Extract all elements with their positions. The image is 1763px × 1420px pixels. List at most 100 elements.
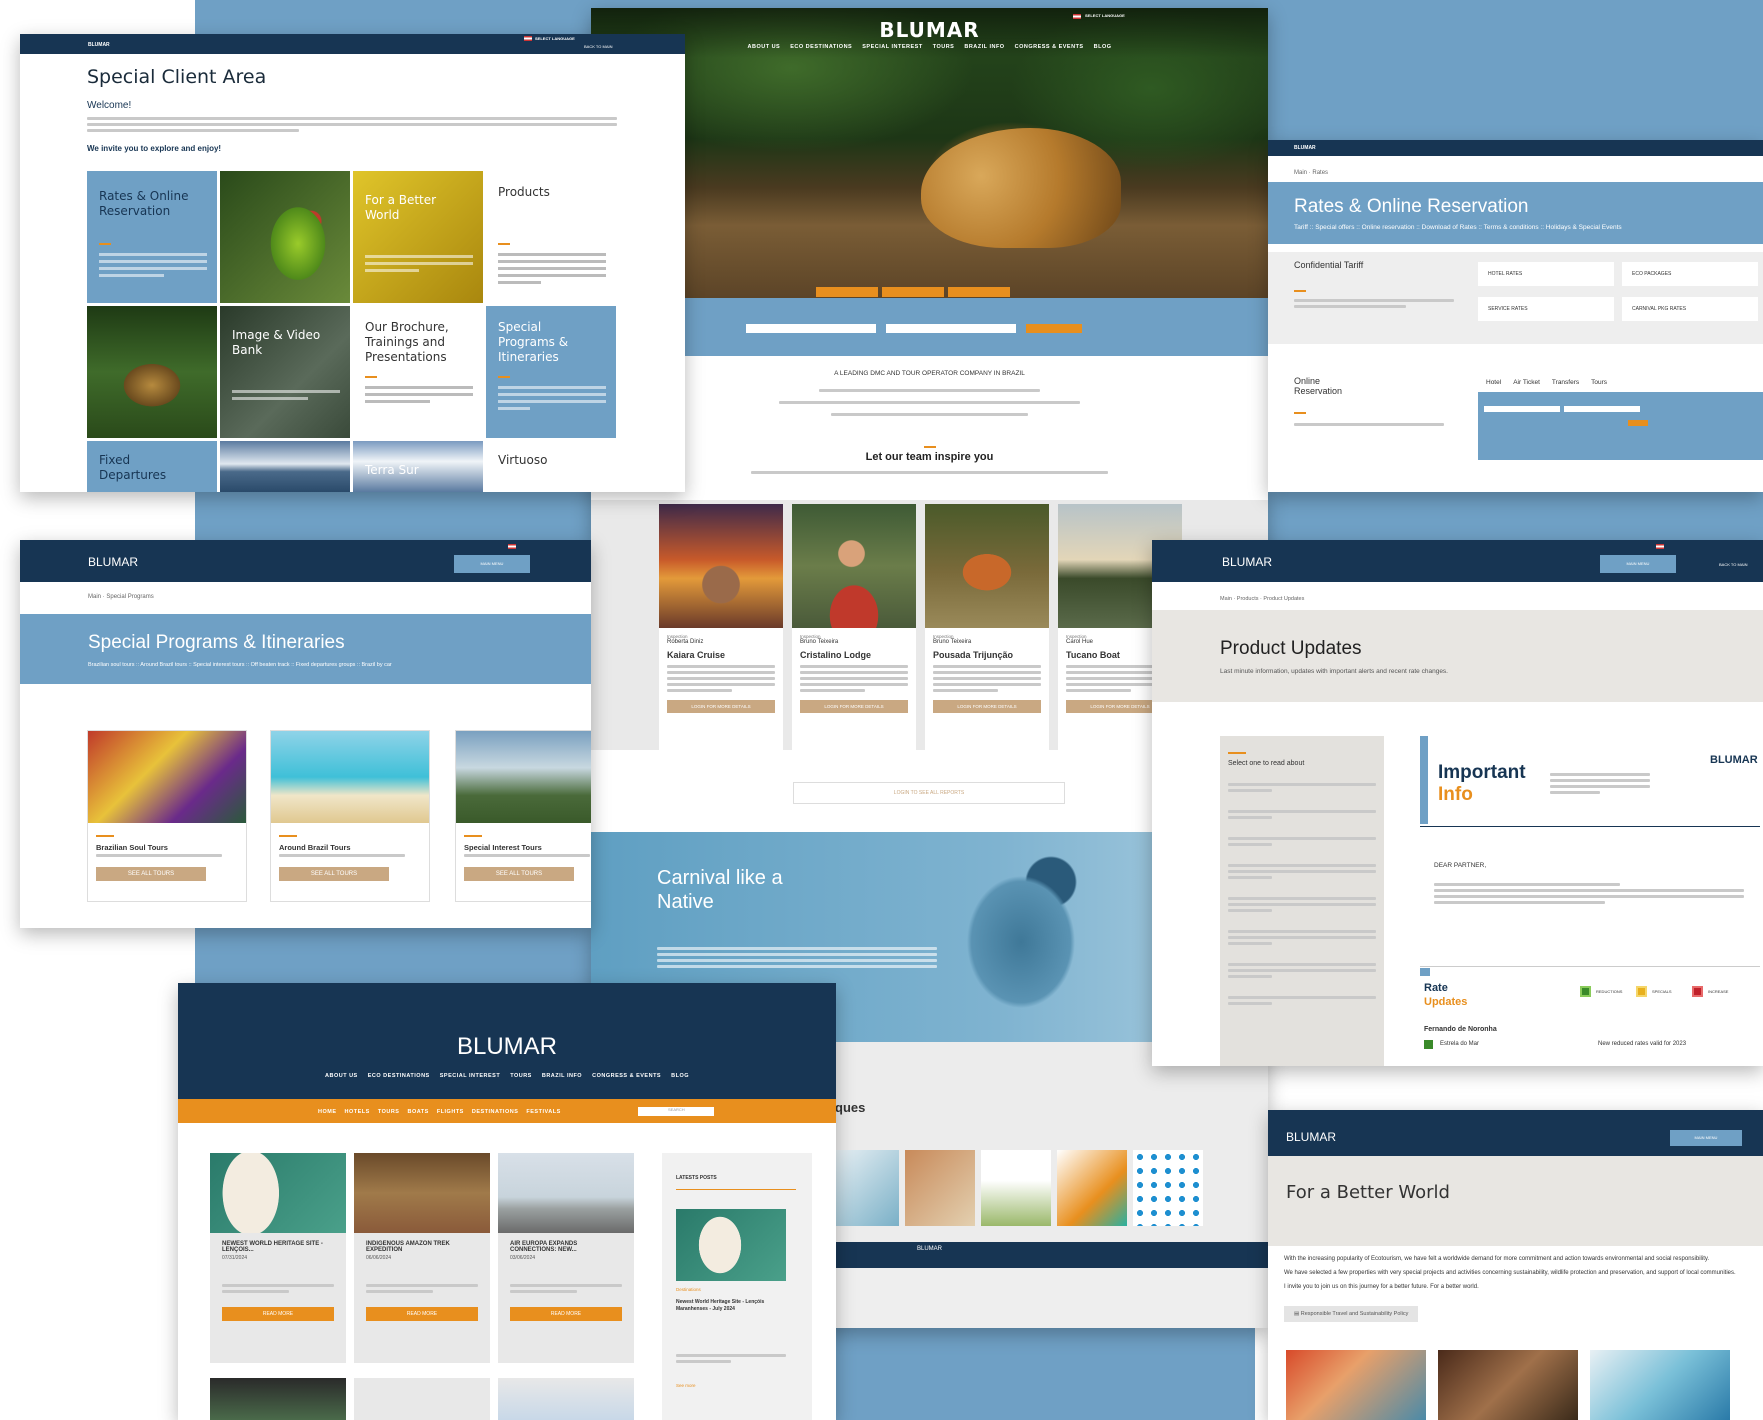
see-all-tours-button[interactable]: SEE ALL TOURS <box>464 867 574 881</box>
brochure-thumb[interactable] <box>905 1150 975 1226</box>
brochure-thumb[interactable] <box>981 1150 1051 1226</box>
update-item[interactable] <box>1228 864 1376 879</box>
nav-blog[interactable]: BLOG <box>1094 44 1112 50</box>
program-card[interactable]: Special Interest Tours SEE ALL TOURS <box>455 730 591 902</box>
nav-tours[interactable]: TOURS <box>510 1073 532 1079</box>
update-item[interactable] <box>1228 810 1376 819</box>
select-language-link[interactable]: SELECT LANGUAGE <box>1085 13 1125 18</box>
update-item[interactable] <box>1228 930 1376 945</box>
policy-button[interactable]: ▤ Responsible Travel and Sustainability … <box>1284 1306 1419 1322</box>
hero-tab-1[interactable] <box>816 287 878 297</box>
read-more-button[interactable]: READ MORE <box>366 1307 478 1321</box>
home-logo[interactable]: BLUMAR <box>591 18 1268 42</box>
nav-brazil[interactable]: BRAZIL INFO <box>542 1073 582 1079</box>
update-item[interactable] <box>1228 897 1376 912</box>
tile-mountain-image[interactable] <box>220 441 350 492</box>
login-pass-input[interactable] <box>886 324 1016 333</box>
team-card[interactable]: Inspection Bruno Teixeira Pousada Trijun… <box>925 504 1049 754</box>
back-to-main-link[interactable]: BACK TO MAIN <box>1719 562 1748 567</box>
booking-destination-input[interactable] <box>1484 406 1560 412</box>
tile-image-bank[interactable]: Image & Video Bank <box>220 306 350 438</box>
client-logo[interactable]: BLUMAR <box>88 42 110 48</box>
hero-tab-3[interactable] <box>948 287 1010 297</box>
eco-packages-button[interactable]: ECO PACKAGES <box>1622 262 1758 286</box>
service-rates-button[interactable]: SERVICE RATES <box>1478 297 1614 321</box>
hero-tab-2[interactable] <box>882 287 944 297</box>
subnav-home[interactable]: HOME <box>318 1109 337 1115</box>
nav-about[interactable]: ABOUT US <box>325 1073 358 1079</box>
project-image[interactable] <box>1590 1350 1730 1420</box>
login-all-reports-button[interactable]: LOGIN TO SEE ALL REPORTS <box>793 782 1065 804</box>
sidebar-post-image[interactable] <box>676 1209 786 1281</box>
breadcrumb-main[interactable]: Main <box>88 594 101 600</box>
program-card[interactable]: Around Brazil Tours SEE ALL TOURS <box>270 730 430 902</box>
blog-post[interactable] <box>498 1378 634 1420</box>
tile-terra-sur[interactable]: Terra Sur <box>353 441 483 492</box>
tab-tours[interactable]: Tours <box>1591 374 1607 392</box>
login-more-button[interactable]: LOGIN FOR MORE DETAILS <box>800 700 908 713</box>
updates-logo[interactable]: BLUMAR <box>1222 555 1272 569</box>
update-item[interactable] <box>1228 837 1376 846</box>
brochure-thumb[interactable] <box>835 1150 899 1226</box>
program-card[interactable]: Brazilian Soul Tours SEE ALL TOURS <box>87 730 247 902</box>
login-user-input[interactable] <box>746 324 876 333</box>
subnav-flights[interactable]: FLIGHTS <box>437 1109 464 1115</box>
main-menu-button[interactable]: MAIN MENU <box>1670 1130 1742 1146</box>
nav-congress[interactable]: CONGRESS & EVENTS <box>1015 44 1084 50</box>
team-card[interactable]: Inspection Bruno Teixeira Cristalino Lod… <box>792 504 916 754</box>
booking-checkin-input[interactable] <box>1564 406 1640 412</box>
subnav-hotels[interactable]: HOTELS <box>345 1109 370 1115</box>
nav-special[interactable]: SPECIAL INTEREST <box>440 1073 500 1079</box>
nav-tours[interactable]: TOURS <box>933 44 955 50</box>
breadcrumb-main[interactable]: Main <box>1294 170 1307 176</box>
update-item[interactable] <box>1228 996 1376 1005</box>
booking-search-button[interactable] <box>1628 420 1648 426</box>
nav-eco[interactable]: ECO DESTINATIONS <box>790 44 852 50</box>
tile-better-world[interactable]: For a Better World <box>353 171 483 303</box>
hotel-rates-button[interactable]: HOTEL RATES <box>1478 262 1614 286</box>
subnav-festivals[interactable]: FESTIVALS <box>526 1109 560 1115</box>
blog-logo[interactable]: BLUMAR <box>178 1033 836 1061</box>
nav-about[interactable]: ABOUT US <box>748 44 781 50</box>
read-more-button[interactable]: READ MORE <box>222 1307 334 1321</box>
programs-logo[interactable]: BLUMAR <box>88 555 138 569</box>
better-logo[interactable]: BLUMAR <box>1286 1130 1336 1144</box>
subnav-destinations[interactable]: DESTINATIONS <box>472 1109 519 1115</box>
blog-post[interactable]: AIR EUROPA EXPANDS CONNECTIONS: NEW... 0… <box>498 1153 634 1363</box>
project-image[interactable] <box>1438 1350 1578 1420</box>
nav-eco[interactable]: ECO DESTINATIONS <box>368 1073 430 1079</box>
see-all-tours-button[interactable]: SEE ALL TOURS <box>96 867 206 881</box>
blog-post[interactable]: NEWEST WORLD HERITAGE SITE - LENÇOIS... … <box>210 1153 346 1363</box>
select-language-link[interactable]: SELECT LANGUAGE <box>535 36 575 41</box>
brochure-thumb[interactable] <box>1057 1150 1127 1226</box>
carnival-pkg-button[interactable]: CARNIVAL PKG RATES <box>1622 297 1758 321</box>
blog-post[interactable] <box>354 1378 490 1420</box>
tile-programs[interactable]: Special Programs & Itineraries <box>486 306 616 438</box>
nav-brazil[interactable]: BRAZIL INFO <box>964 44 1004 50</box>
see-all-tours-button[interactable]: SEE ALL TOURS <box>279 867 389 881</box>
subnav-boats[interactable]: BOATS <box>407 1109 428 1115</box>
subnav-tours[interactable]: TOURS <box>378 1109 400 1115</box>
see-more-link[interactable]: See more <box>676 1383 696 1388</box>
tile-brochure[interactable]: Our Brochure, Trainings and Presentation… <box>353 306 483 438</box>
login-more-button[interactable]: LOGIN FOR MORE DETAILS <box>933 700 1041 713</box>
back-to-main-link[interactable]: BACK TO MAIN <box>584 44 613 49</box>
project-image[interactable] <box>1286 1350 1426 1420</box>
blog-post[interactable] <box>210 1378 346 1420</box>
nav-blog[interactable]: BLOG <box>671 1073 689 1079</box>
nav-congress[interactable]: CONGRESS & EVENTS <box>592 1073 661 1079</box>
tab-air-ticket[interactable]: Air Ticket <box>1513 374 1540 392</box>
tile-fixed-departures[interactable]: Fixed Departures <box>87 441 217 492</box>
login-button[interactable] <box>1026 324 1082 333</box>
tile-jaguar-image[interactable] <box>87 306 217 438</box>
main-menu-button[interactable]: MAIN MENU <box>454 555 530 573</box>
read-more-button[interactable]: READ MORE <box>510 1307 622 1321</box>
brochure-thumb[interactable] <box>1133 1150 1203 1226</box>
sidebar-post-title[interactable]: Newest World Heritage Site - Lençóis Mar… <box>676 1299 792 1313</box>
tile-rates[interactable]: Rates & Online Reservation <box>87 171 217 303</box>
update-item[interactable] <box>1228 783 1376 792</box>
tab-hotel[interactable]: Hotel <box>1486 374 1501 392</box>
tile-parrot-image[interactable] <box>220 171 350 303</box>
blog-search-input[interactable]: SEARCH <box>638 1107 714 1116</box>
main-menu-button[interactable]: MAIN MENU <box>1600 555 1676 573</box>
